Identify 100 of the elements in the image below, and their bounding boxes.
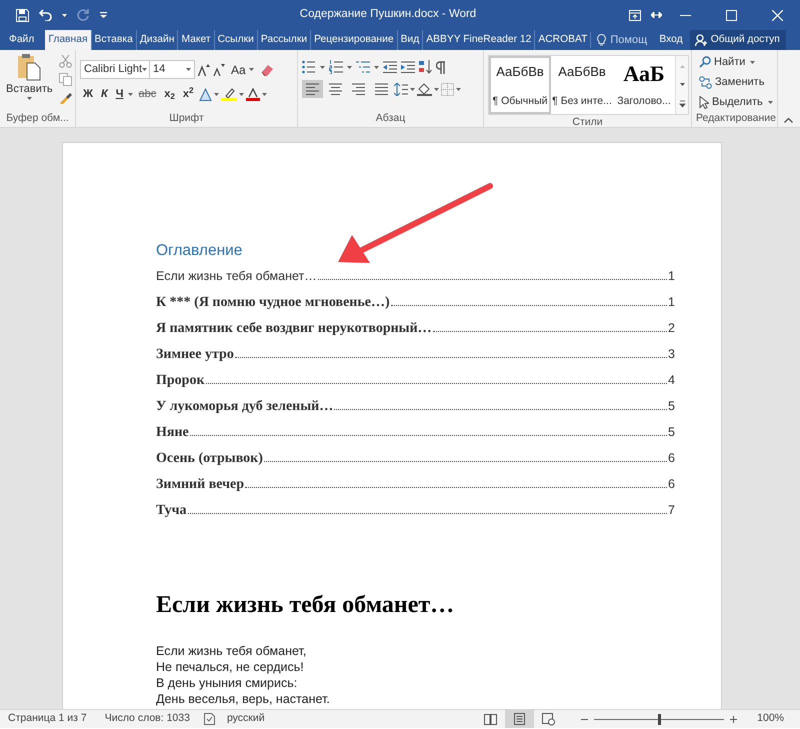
- format-button[interactable]: Ч: [112, 85, 126, 103]
- toc-entry[interactable]: К *** (Я помню чудное мгновенье…): [156, 290, 390, 316]
- page-number: 1: [668, 268, 675, 285]
- lightbulb-icon: [597, 34, 606, 46]
- numbered-list-icon[interactable]: [329, 60, 343, 74]
- editing-button[interactable]: Заменить: [696, 73, 773, 91]
- highlighter-icon[interactable]: [220, 88, 237, 100]
- page-number: 5: [668, 398, 675, 415]
- group-label: Буфер обм...: [5, 111, 70, 126]
- caret-icon: [768, 100, 773, 104]
- read-view-icon: [484, 712, 498, 726]
- proofing-icon[interactable]: [204, 713, 215, 725]
- caret-icon[interactable]: [262, 92, 267, 96]
- pilcrow-icon[interactable]: [436, 60, 446, 74]
- page-number: 7: [668, 502, 675, 519]
- grow-font-icon[interactable]: [198, 64, 210, 76]
- bullet-list-icon[interactable]: [302, 60, 316, 74]
- collapse-ribbon-icon[interactable]: [784, 118, 793, 123]
- caret-icon[interactable]: [128, 92, 134, 96]
- borders-icon[interactable]: [441, 82, 454, 96]
- scissors-icon[interactable]: [58, 55, 72, 68]
- align-center-icon: [329, 83, 342, 95]
- brush-icon[interactable]: [58, 91, 72, 104]
- align-left-icon: [306, 83, 319, 95]
- toc-entry[interactable]: Зимнее утро: [156, 342, 234, 368]
- caret-icon[interactable]: [347, 66, 352, 68]
- format-button[interactable]: x$^{2}$: [180, 85, 197, 103]
- resize-icon[interactable]: [651, 12, 662, 18]
- close-icon[interactable]: [772, 10, 782, 20]
- web-view-icon: [542, 712, 556, 726]
- page-number: 6: [668, 450, 675, 467]
- page-count[interactable]: Страница 1 из 7: [8, 711, 87, 727]
- clipboard-icon: [16, 53, 42, 81]
- word-count[interactable]: Число слов: 1033: [104, 711, 190, 727]
- print-view-button[interactable]: [505, 710, 534, 728]
- language-label[interactable]: русский: [226, 711, 265, 727]
- format-button[interactable]: abc: [135, 85, 160, 103]
- line-spacing-icon[interactable]: [394, 82, 408, 96]
- ribbon-tab[interactable]: Главная: [45, 30, 91, 50]
- plus-icon[interactable]: [730, 716, 738, 722]
- text-effects-icon[interactable]: [198, 88, 212, 100]
- style-gallery-item[interactable]: АаБбВв ¶ Обычный: [489, 56, 551, 114]
- multilevel-list-icon[interactable]: [356, 60, 370, 74]
- paste-button[interactable]: Вставить: [4, 53, 55, 111]
- ribbon-tab[interactable]: Файл: [6, 30, 38, 50]
- font-color-icon[interactable]: [246, 88, 260, 100]
- toc-entry[interactable]: Пророк: [156, 368, 205, 394]
- shading-icon[interactable]: [417, 82, 432, 96]
- font-size-field[interactable]: 14: [149, 60, 195, 79]
- toc-entry[interactable]: У лукоморья дуб зеленый…: [156, 394, 334, 420]
- format-button[interactable]: К: [98, 85, 111, 103]
- replace-icon: [699, 76, 712, 88]
- caret-icon[interactable]: [374, 66, 379, 68]
- change-case-button[interactable]: Aa: [228, 60, 257, 78]
- poem-line: В день уныния смирись:: [156, 675, 298, 691]
- page-number: 6: [668, 476, 675, 493]
- caret-icon[interactable]: [238, 92, 244, 96]
- toc-entry[interactable]: Няне: [156, 420, 189, 446]
- page-number: 1: [668, 294, 675, 311]
- align-left-button[interactable]: [302, 80, 323, 98]
- toc-entry[interactable]: Я памятник себе воздвиг нерукотворный…: [156, 316, 432, 342]
- format-button[interactable]: Ж: [80, 85, 96, 103]
- decrease-indent-icon[interactable]: [383, 61, 397, 73]
- pointer-icon: [699, 96, 709, 108]
- sign-in-link[interactable]: Вход: [656, 30, 686, 50]
- caret-icon[interactable]: [434, 88, 439, 90]
- caret-icon[interactable]: [214, 92, 219, 96]
- customize-icon[interactable]: [100, 12, 107, 18]
- sort-icon[interactable]: [419, 60, 432, 74]
- toc-entry[interactable]: Осень (отрывок): [156, 446, 263, 472]
- print-view-icon: [513, 712, 526, 726]
- toc-entry[interactable]: Если жизнь тебя обманет…: [156, 263, 317, 289]
- caret-icon: [750, 60, 756, 64]
- undo-icon[interactable]: [39, 9, 52, 21]
- save-icon[interactable]: [16, 8, 29, 22]
- caret-icon: [142, 68, 148, 71]
- page-number: 4: [668, 372, 675, 389]
- page-number: 2: [668, 320, 675, 337]
- toc-entry[interactable]: Зимний вечер: [156, 472, 244, 498]
- maximize-icon[interactable]: [726, 10, 736, 20]
- eraser-icon[interactable]: [260, 64, 273, 76]
- shrink-font-icon[interactable]: [213, 64, 225, 76]
- editing-button[interactable]: Найти: [696, 53, 773, 71]
- page-number: 5: [668, 424, 675, 441]
- caret-icon[interactable]: [62, 14, 67, 16]
- caret-icon[interactable]: [320, 66, 325, 68]
- font-name-field[interactable]: Calibri Light: [80, 60, 150, 79]
- increase-indent-icon[interactable]: [401, 61, 415, 73]
- zoom-slider-thumb[interactable]: [658, 714, 661, 724]
- zoom-level[interactable]: 100%: [757, 711, 784, 727]
- search-icon: [699, 56, 711, 68]
- tell-me-field[interactable]: Помощ: [610, 32, 650, 48]
- caret-icon[interactable]: [410, 88, 415, 90]
- poem-line: День веселья, верь, настанет.: [156, 691, 331, 707]
- share-button[interactable]: Общий доступ: [690, 30, 786, 50]
- ribbon-display-icon[interactable]: [629, 10, 641, 20]
- toc-entry[interactable]: Туча: [156, 498, 187, 524]
- format-button[interactable]: x$_{2}$: [161, 85, 178, 103]
- caret-icon[interactable]: [456, 88, 461, 90]
- editing-button[interactable]: Выделить: [696, 93, 773, 111]
